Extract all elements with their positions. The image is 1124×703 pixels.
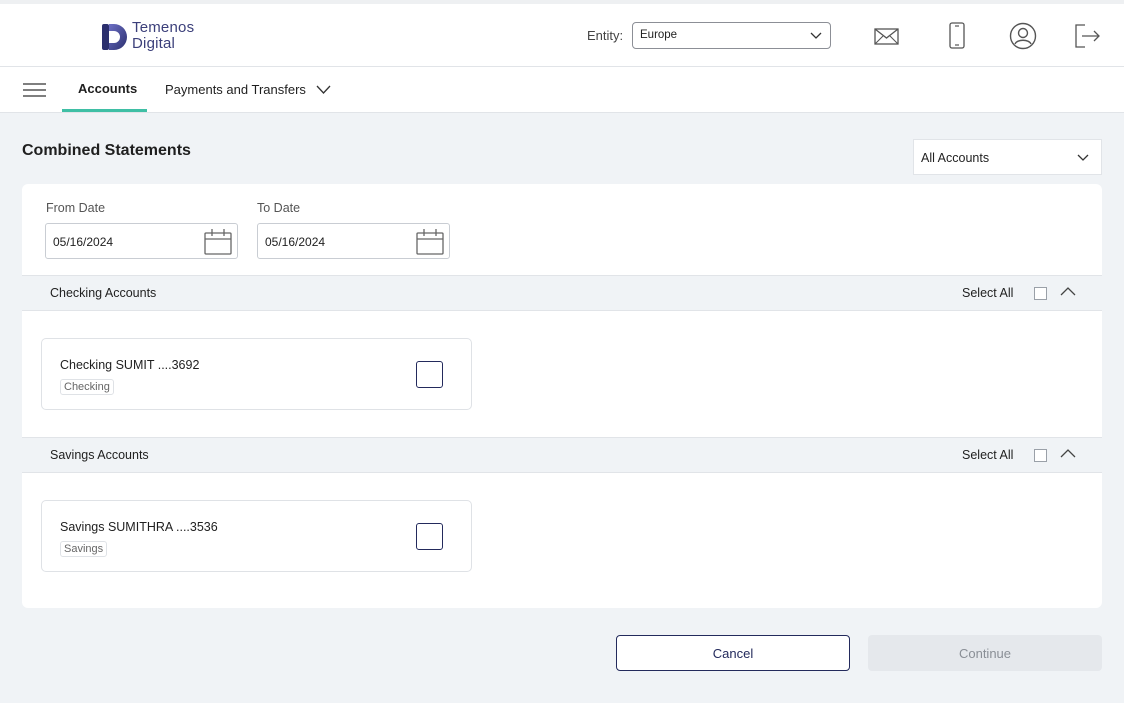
continue-button[interactable]: Continue — [868, 635, 1102, 671]
chevron-up-icon[interactable] — [1060, 448, 1076, 460]
accounts-filter-select[interactable]: All Accounts — [913, 139, 1102, 175]
checking-select-all-label[interactable]: Select All — [962, 286, 1013, 300]
account-name: Savings SUMITHRA ....3536 — [60, 520, 218, 534]
tab-payments-and-transfers[interactable]: Payments and Transfers — [165, 82, 306, 97]
chevron-down-icon — [1077, 154, 1089, 161]
account-type-badge: Checking — [60, 379, 114, 395]
to-date-value: 05/16/2024 — [265, 235, 326, 249]
checking-accounts-title: Checking Accounts — [50, 286, 157, 300]
tab-accounts-label: Accounts — [78, 81, 138, 96]
page-title: Combined Statements — [22, 142, 191, 159]
account-tile[interactable]: Savings SUMITHRA ....3536 Savings — [41, 500, 472, 572]
account-name: Checking SUMIT ....3692 — [60, 358, 200, 372]
temenos-logo-icon — [102, 24, 127, 50]
entity-select[interactable]: Europe — [632, 22, 831, 49]
savings-accounts-header: Savings Accounts Select All — [22, 437, 1102, 473]
brand-line2: Digital — [132, 35, 176, 52]
checking-select-all-checkbox[interactable] — [1034, 287, 1047, 300]
hamburger-menu-icon[interactable] — [23, 81, 46, 99]
mail-icon[interactable] — [871, 20, 903, 52]
mobile-icon[interactable] — [941, 20, 973, 52]
account-checkbox[interactable] — [416, 523, 443, 550]
account-type-badge: Savings — [60, 541, 108, 557]
from-date-label: From Date — [46, 201, 106, 215]
main-nav: Accounts Payments and Transfers — [0, 67, 1124, 113]
account-tile[interactable]: Checking SUMIT ....3692 Checking — [41, 338, 472, 410]
logout-icon[interactable] — [1071, 20, 1103, 52]
brand-line1: Temenos — [132, 19, 195, 36]
profile-icon[interactable] — [1007, 20, 1039, 52]
calendar-icon[interactable] — [203, 227, 233, 257]
app-header: Temenos Digital Entity: Europe — [0, 4, 1124, 67]
chevron-down-icon[interactable] — [316, 83, 331, 95]
to-date-label: To Date — [257, 201, 301, 215]
chevron-up-icon[interactable] — [1060, 286, 1076, 298]
entity-value: Europe — [640, 29, 678, 41]
savings-accounts-title: Savings Accounts — [50, 448, 149, 462]
from-date-value: 05/16/2024 — [53, 235, 114, 249]
savings-select-all-label[interactable]: Select All — [962, 448, 1013, 462]
calendar-icon[interactable] — [415, 227, 445, 257]
statements-card: From Date 05/16/2024 To Date 05/16/2024 … — [22, 184, 1102, 608]
brand-logo[interactable]: Temenos Digital — [101, 20, 197, 55]
cancel-button[interactable]: Cancel — [616, 635, 850, 671]
account-checkbox[interactable] — [416, 361, 443, 388]
accounts-filter-value: All Accounts — [921, 151, 990, 165]
from-date-field[interactable]: 05/16/2024 — [45, 223, 238, 259]
checking-accounts-header: Checking Accounts Select All — [22, 275, 1102, 311]
brand-name: Temenos Digital — [132, 20, 194, 52]
entity-label: Entity: — [587, 28, 624, 43]
savings-select-all-checkbox[interactable] — [1034, 449, 1047, 462]
tab-accounts[interactable]: Accounts — [62, 67, 147, 112]
chevron-down-icon — [810, 32, 822, 39]
to-date-field[interactable]: 05/16/2024 — [257, 223, 450, 259]
